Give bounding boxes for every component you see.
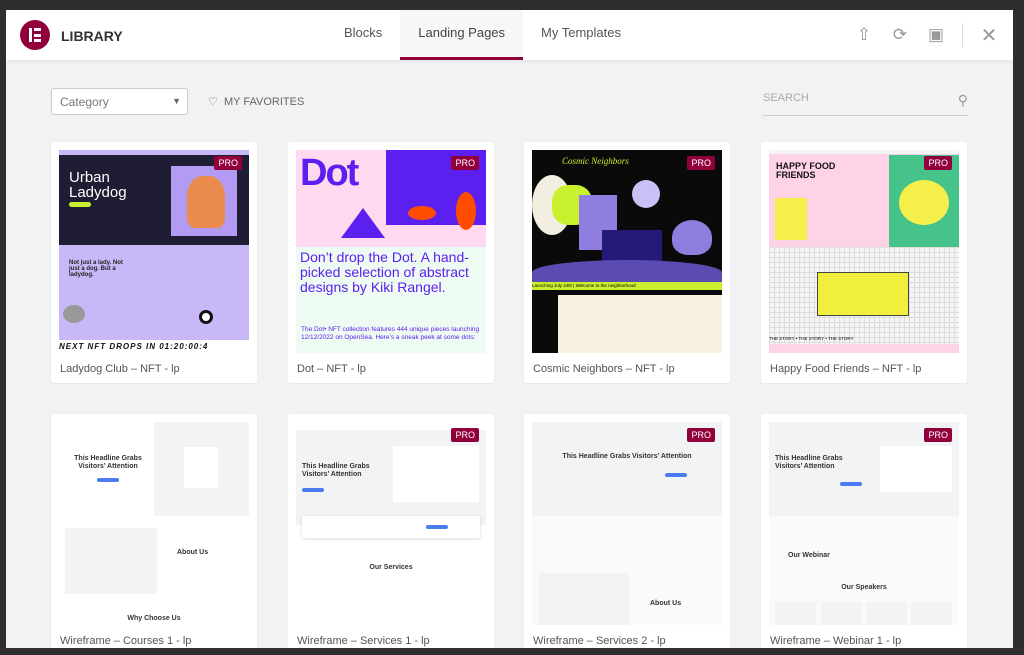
library-modal: LIBRARY Blocks Landing Pages My Template… <box>6 10 1013 648</box>
pro-badge: PRO <box>924 156 952 170</box>
template-card[interactable]: PRO Dot Don’t drop the Dot. A hand-picke… <box>288 142 494 383</box>
template-card[interactable]: PRO Urban Ladydog Not just a lady. Not j… <box>51 142 257 383</box>
favorites-label: MY FAVORITES <box>224 96 305 108</box>
preview-section: About Us <box>177 549 209 556</box>
template-preview[interactable]: PRO Urban Ladydog Not just a lady. Not j… <box>59 150 249 353</box>
preview-subtext: Not just a lady. Not just a dog. But a l… <box>69 260 123 278</box>
my-favorites-filter[interactable]: ♡ MY FAVORITES <box>208 95 304 108</box>
heart-icon: ♡ <box>208 96 218 108</box>
template-title: Wireframe – Services 2 - lp <box>533 635 666 647</box>
template-title: Wireframe – Services 1 - lp <box>297 635 430 647</box>
template-card[interactable]: This Headline Grabs Visitors’ Attention … <box>51 414 257 648</box>
library-header: LIBRARY Blocks Landing Pages My Template… <box>6 10 1013 60</box>
template-preview[interactable]: PRO Dot Don’t drop the Dot. A hand-picke… <box>296 150 486 353</box>
pro-badge: PRO <box>214 156 242 170</box>
template-card[interactable]: PRO This Headline Grabs Visitors’ Attent… <box>524 414 730 648</box>
preview-footer: Our Speakers <box>841 584 887 591</box>
caret-down-icon: ▼ <box>172 96 181 106</box>
preview-headline: Dot <box>300 152 359 194</box>
pro-badge: PRO <box>924 428 952 442</box>
preview-ticker: Launching July 24th | Welcome to the nei… <box>532 282 722 290</box>
preview-ticker: THE STORY • THE STORY • THE STORY <box>769 336 854 341</box>
preview-headline: This Headline Grabs Visitors’ Attention <box>775 455 843 470</box>
template-preview[interactable]: PRO This Headline Grabs Visitors’ Attent… <box>769 422 959 625</box>
category-select[interactable]: Category ▼ <box>51 88 188 115</box>
preview-ticker: NEXT NFT DROPS IN 01:20:00:4 <box>59 340 249 353</box>
pro-badge: PRO <box>451 156 479 170</box>
pro-badge: PRO <box>451 428 479 442</box>
template-preview[interactable]: PRO Cosmic Neighbors Launching July 24th… <box>532 150 722 353</box>
search-input[interactable]: SEARCH ⚲ <box>763 92 968 116</box>
preview-section: About Us <box>650 600 682 607</box>
divider <box>962 23 963 47</box>
search-placeholder: SEARCH <box>763 92 809 104</box>
preview-headline: This Headline Grabs Visitors’ Attention <box>74 455 142 470</box>
preview-headline: This Headline Grabs Visitors’ Attention <box>302 463 370 478</box>
template-card[interactable]: PRO Cosmic Neighbors Launching July 24th… <box>524 142 730 383</box>
preview-headline: Urban Ladydog <box>69 169 127 201</box>
template-card[interactable]: PRO HAPPY FOOD FRIENDS THE STORY • THE S… <box>761 142 967 383</box>
preview-body: The Dot• NFT collection features 444 uni… <box>301 326 480 341</box>
template-title: Ladydog Club – NFT - lp <box>60 363 180 375</box>
template-card[interactable]: PRO This Headline Grabs Visitors’ Attent… <box>288 414 494 648</box>
preview-headline: HAPPY FOOD FRIENDS <box>776 161 836 180</box>
template-card[interactable]: PRO This Headline Grabs Visitors’ Attent… <box>761 414 967 648</box>
save-icon[interactable]: ▣ <box>918 25 954 45</box>
template-title: Happy Food Friends – NFT - lp <box>770 363 922 375</box>
preview-headline: Cosmic Neighbors <box>562 156 629 166</box>
elementor-logo-icon <box>20 20 50 50</box>
template-preview[interactable]: PRO This Headline Grabs Visitors’ Attent… <box>296 422 486 625</box>
template-preview[interactable]: PRO This Headline Grabs Visitors’ Attent… <box>532 422 722 625</box>
template-title: Wireframe – Webinar 1 - lp <box>770 635 902 647</box>
template-title: Cosmic Neighbors – NFT - lp <box>533 363 675 375</box>
preview-footer: Why Choose Us <box>127 615 181 622</box>
template-preview[interactable]: This Headline Grabs Visitors’ Attention … <box>59 422 249 625</box>
tab-landing-pages[interactable]: Landing Pages <box>400 10 524 60</box>
preview-subtext: Don’t drop the Dot. A hand-picked select… <box>300 249 469 295</box>
template-title: Wireframe – Courses 1 - lp <box>60 635 192 647</box>
preview-section: Our Webinar <box>788 552 830 559</box>
tab-blocks[interactable]: Blocks <box>326 10 400 60</box>
sync-icon[interactable]: ⟳ <box>882 25 918 45</box>
upload-icon[interactable]: ⇧ <box>846 25 882 45</box>
category-placeholder: Category <box>60 95 109 109</box>
close-icon[interactable]: ✕ <box>971 23 1007 48</box>
preview-headline: This Headline Grabs Visitors’ Attention <box>562 453 692 460</box>
preview-section: Our Services <box>369 564 413 571</box>
pro-badge: PRO <box>687 428 715 442</box>
template-title: Dot – NFT - lp <box>297 363 366 375</box>
pro-badge: PRO <box>687 156 715 170</box>
template-preview[interactable]: PRO HAPPY FOOD FRIENDS THE STORY • THE S… <box>769 150 959 353</box>
tab-my-templates[interactable]: My Templates <box>523 10 639 60</box>
library-title: LIBRARY <box>61 28 123 44</box>
search-icon[interactable]: ⚲ <box>958 92 968 109</box>
library-tabs: Blocks Landing Pages My Templates <box>326 10 639 60</box>
